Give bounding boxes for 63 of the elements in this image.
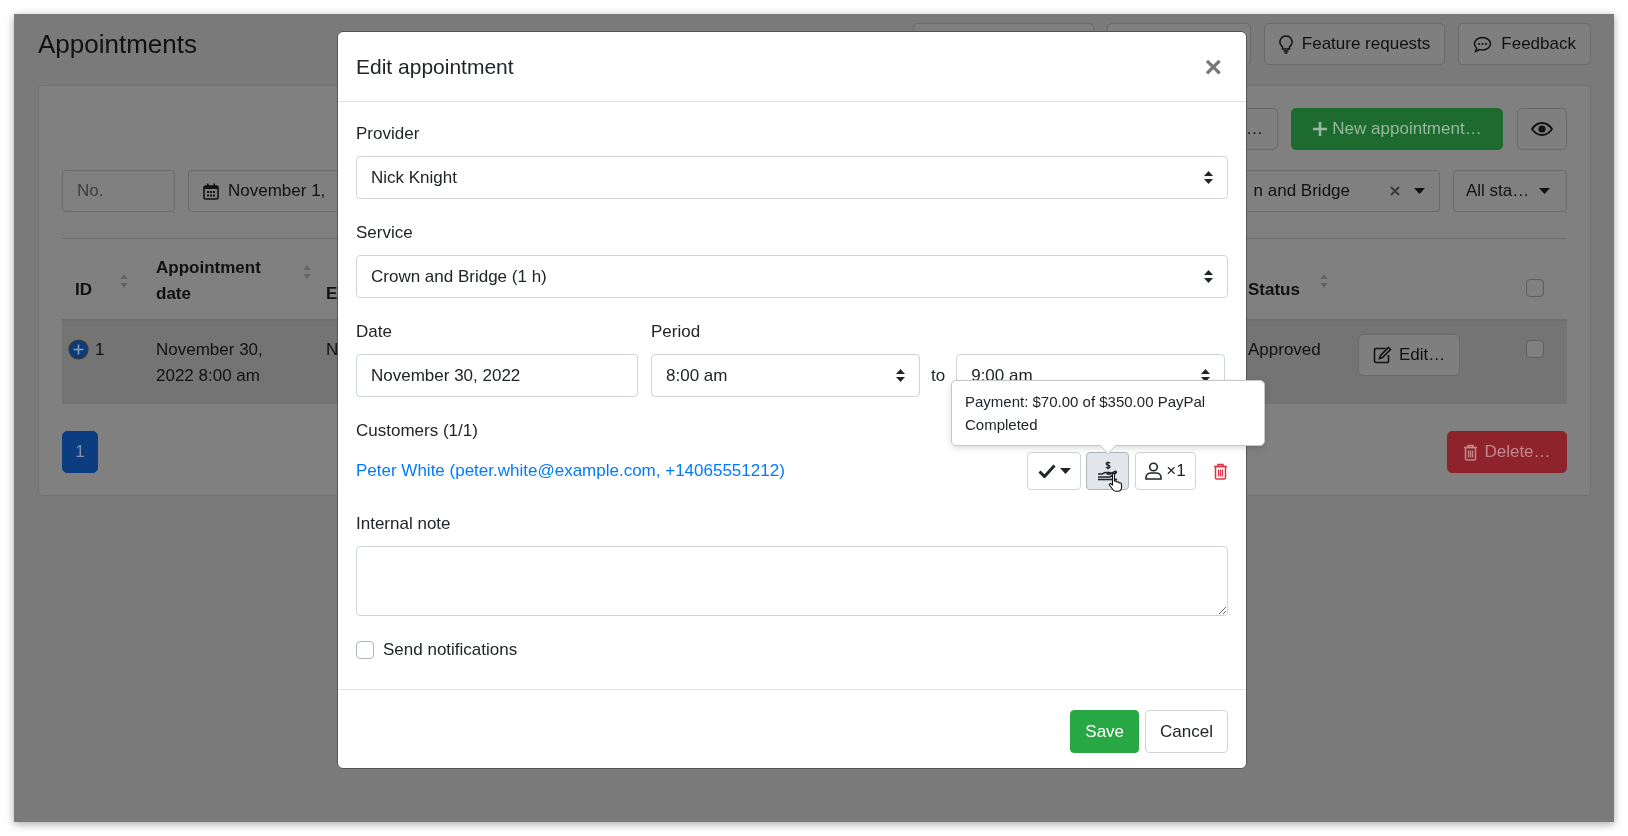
delete-button[interactable]: Delete… bbox=[1447, 431, 1567, 473]
feedback-button[interactable]: Feedback bbox=[1458, 23, 1591, 65]
field-label: Date bbox=[356, 321, 392, 343]
status-dropdown-button[interactable] bbox=[1027, 452, 1081, 490]
table-cell-text: Approved bbox=[1248, 339, 1321, 361]
trash-icon bbox=[1213, 462, 1228, 480]
service-select[interactable]: Crown and Bridge (1 h) bbox=[356, 255, 1228, 298]
caret-icon bbox=[1414, 188, 1425, 194]
field-label: Service bbox=[356, 222, 413, 244]
person-icon bbox=[1145, 462, 1163, 480]
select-all-checkbox[interactable] bbox=[1526, 279, 1544, 297]
table-cell-text: November 30, 2022 8:00 am bbox=[156, 339, 264, 387]
feature-requests-button[interactable]: Feature requests bbox=[1263, 23, 1446, 65]
tooltip-arrow bbox=[1100, 445, 1116, 454]
table-cell-text: 1 bbox=[95, 339, 105, 361]
select-arrows-icon bbox=[896, 369, 905, 382]
select-arrows-icon bbox=[1201, 369, 1211, 382]
cancel-button[interactable]: Cancel bbox=[1145, 710, 1228, 753]
field-label: Provider bbox=[356, 123, 420, 145]
guests-button[interactable]: ×1 bbox=[1135, 452, 1196, 490]
status-filter[interactable]: All sta… bbox=[1453, 170, 1567, 212]
field-label: Internal note bbox=[356, 513, 451, 535]
trash-icon bbox=[1463, 443, 1479, 461]
chat-icon bbox=[1473, 35, 1493, 53]
row-checkbox[interactable] bbox=[1526, 340, 1544, 358]
column-header[interactable]: E bbox=[326, 281, 338, 307]
check-icon bbox=[1037, 464, 1056, 478]
checkbox-label: Send notifications bbox=[383, 639, 518, 661]
hand-dollar-icon bbox=[1096, 460, 1119, 482]
new-appointment-button[interactable]: New appointment… bbox=[1291, 108, 1503, 150]
provider-select[interactable]: Nick Knight bbox=[356, 156, 1228, 199]
page-title: Appointments bbox=[38, 28, 198, 61]
field-label: Customers (1/1) bbox=[356, 420, 478, 442]
start-time-select[interactable]: 8:00 am bbox=[651, 354, 920, 397]
select-arrows-icon bbox=[1204, 270, 1213, 283]
dialog-title: Edit appointment bbox=[356, 54, 514, 79]
view-button[interactable] bbox=[1517, 108, 1567, 150]
cursor-icon bbox=[1108, 472, 1124, 492]
select-arrows-icon bbox=[1204, 171, 1213, 184]
customer-link[interactable]: Peter White (peter.white@example.com, +14065551212) bbox=[356, 461, 785, 481]
column-header[interactable]: Status bbox=[1248, 277, 1300, 303]
plus-icon bbox=[1312, 121, 1329, 137]
note-field[interactable] bbox=[356, 546, 1228, 616]
caret-icon bbox=[1539, 188, 1551, 194]
edit-button[interactable]: Edit… bbox=[1358, 334, 1460, 376]
edit-icon bbox=[1373, 346, 1392, 364]
number-field[interactable]: No. bbox=[62, 170, 175, 212]
separator-label: to bbox=[931, 364, 946, 387]
page-button[interactable]: 1 bbox=[62, 431, 98, 473]
eye-icon bbox=[1531, 122, 1553, 136]
table-cell-text: N bbox=[326, 339, 339, 361]
date-field[interactable]: November 30, 2022 bbox=[356, 354, 638, 397]
calendar-icon bbox=[203, 182, 219, 200]
caret-icon bbox=[1059, 468, 1071, 474]
close-button[interactable]: × bbox=[1198, 51, 1228, 82]
payment-button[interactable] bbox=[1086, 452, 1129, 490]
column-header[interactable]: Appointment date bbox=[156, 255, 281, 307]
save-button[interactable]: Save bbox=[1070, 710, 1140, 753]
column-header[interactable]: ID bbox=[75, 277, 92, 303]
remove-button[interactable] bbox=[1213, 462, 1228, 480]
checkbox[interactable] bbox=[356, 641, 374, 659]
field-label: Period bbox=[651, 321, 701, 343]
lightbulb-icon bbox=[1278, 34, 1293, 54]
